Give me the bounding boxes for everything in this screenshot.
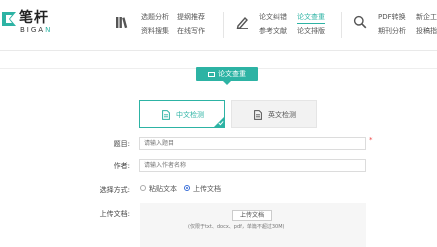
monitor-icon: [208, 72, 215, 77]
nav-topic-analysis[interactable]: 选题分析: [141, 12, 169, 22]
nav-extra-2[interactable]: 投稿指: [416, 26, 437, 36]
title-input[interactable]: [139, 137, 366, 150]
method-label: 选择方式:: [99, 186, 130, 194]
document-icon: [254, 110, 262, 120]
radio-paste-text[interactable]: [140, 185, 146, 191]
upload-label: 上传文档:: [99, 210, 130, 218]
radio-paste-text-label[interactable]: 粘贴文本: [149, 184, 177, 194]
nav-paper-layout[interactable]: 论文排版: [297, 26, 325, 36]
nav-separator: [223, 12, 224, 38]
brand-subtitle: BIGAN: [20, 26, 53, 34]
nav-paper-correction[interactable]: 论文纠错: [259, 12, 287, 22]
nav-pdf-convert[interactable]: PDF转换: [378, 12, 406, 22]
document-icon: [162, 110, 170, 120]
tab-english-check[interactable]: 英文检测: [231, 100, 317, 128]
nav-outline-recommend[interactable]: 提纲推荐: [177, 12, 205, 22]
nav-separator: [341, 12, 342, 38]
tab-label: 中文检测: [176, 111, 204, 119]
nav-references[interactable]: 参考文献: [259, 26, 287, 36]
section-badge: 论文查重: [196, 67, 258, 85]
upload-hint: (仅限于txt、docx、pdf，单篇不超过30M): [188, 224, 285, 230]
brand-name[interactable]: 笔杆: [19, 7, 49, 27]
pen-icon: [236, 16, 248, 29]
radio-upload-doc[interactable]: [184, 185, 190, 191]
radio-upload-doc-label[interactable]: 上传文档: [193, 184, 221, 194]
title-label: 题目:: [113, 140, 130, 148]
nav-extra-1[interactable]: 新企工: [416, 12, 437, 22]
logo-icon[interactable]: [0, 9, 20, 29]
nav-plagiarism-check[interactable]: 论文查重: [297, 12, 325, 24]
nav-material-search[interactable]: 资料搜集: [141, 26, 169, 36]
nav-online-writing[interactable]: 在线写作: [177, 26, 205, 36]
top-header: [0, 0, 437, 51]
upload-button[interactable]: 上传文档: [232, 210, 272, 221]
books-icon: [116, 17, 128, 29]
required-mark: *: [369, 136, 373, 144]
nav-journal-analysis[interactable]: 期刊分析: [378, 26, 406, 36]
author-input[interactable]: [139, 159, 366, 172]
tab-label: 英文检测: [268, 111, 296, 119]
author-label: 作者:: [113, 162, 130, 170]
check-icon: [218, 121, 224, 126]
search-icon: [353, 15, 367, 29]
